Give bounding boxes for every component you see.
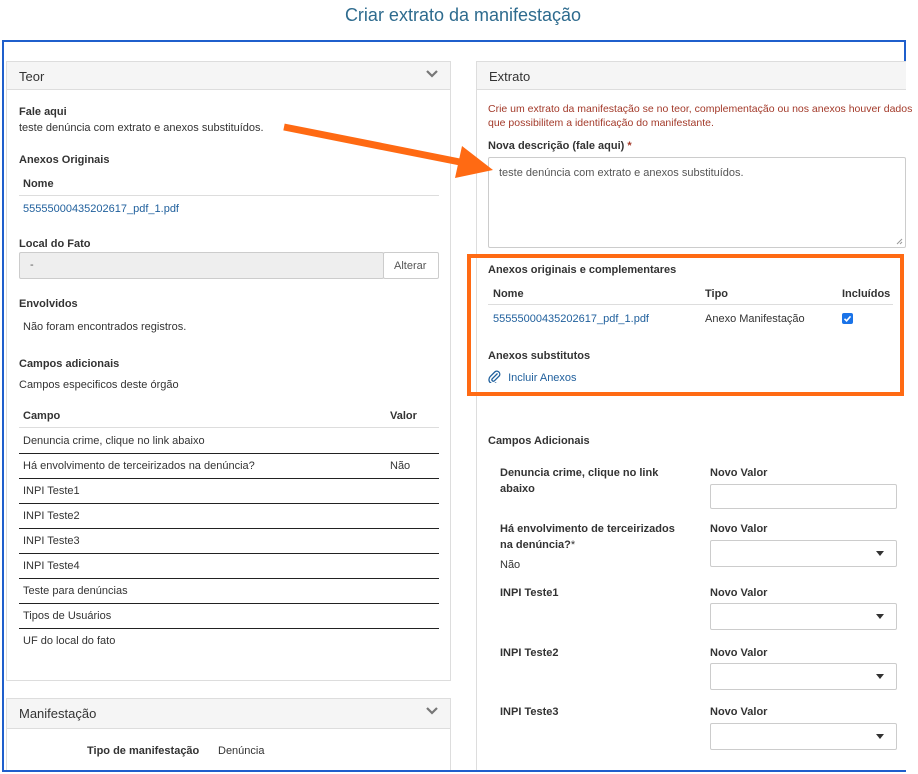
campo-label-line1: Denuncia crime, clique no link xyxy=(500,467,659,479)
campos-adicionais-desc: Campos especificos deste órgão xyxy=(19,379,179,391)
alterar-button[interactable]: Alterar xyxy=(383,252,439,279)
novo-valor-select[interactable] xyxy=(710,723,897,750)
table-row: Teste para denúncias xyxy=(23,585,128,597)
fale-aqui-label: Fale aqui xyxy=(19,106,67,118)
manifestacao-panel-title: Manifestação xyxy=(19,706,97,721)
extrato-warning-line2: que possibilitem a identificação do mani… xyxy=(488,117,714,129)
nova-descricao-textarea[interactable]: teste denúncia com extrato e anexos subs… xyxy=(488,157,906,248)
caret-down-icon xyxy=(876,614,884,619)
table-cell-valor: Não xyxy=(390,460,411,472)
campo-label-line1: INPI Teste3 xyxy=(500,706,559,718)
anexo-file-link[interactable]: 55555000435202617_pdf_1.pdf xyxy=(23,203,179,215)
resize-handle-icon[interactable] xyxy=(896,238,903,245)
alterar-button-label: Alterar xyxy=(394,260,427,272)
table-row: INPI Teste2 xyxy=(23,510,80,522)
manifestacao-panel: Manifestação Tipo de manifestação Denúnc… xyxy=(6,698,451,770)
required-mark: * xyxy=(570,539,576,551)
local-fato-value: - xyxy=(30,259,34,271)
campo-label-line2: na denúncia?* xyxy=(500,539,576,551)
manifestacao-panel-header[interactable]: Manifestação xyxy=(7,699,450,729)
extrato-panel-title: Extrato xyxy=(489,69,531,84)
table-row: Denuncia crime, clique no link abaixo xyxy=(23,435,205,447)
required-mark: * xyxy=(627,140,632,152)
extrato-campos-adicionais-label: Campos Adicionais xyxy=(488,435,590,447)
novo-valor-label: Novo Valor xyxy=(710,587,768,599)
novo-valor-select[interactable] xyxy=(710,540,897,567)
caret-down-icon xyxy=(876,674,884,679)
teor-panel-title: Teor xyxy=(19,69,45,84)
campo-label-line1: INPI Teste1 xyxy=(500,587,559,599)
nova-descricao-value: teste denúncia com extrato e anexos subs… xyxy=(499,167,744,179)
teor-panel-header[interactable]: Teor xyxy=(7,62,450,90)
local-fato-label: Local do Fato xyxy=(19,238,91,250)
extrato-panel: Extrato Crie um extrato da manifestação … xyxy=(476,61,912,770)
novo-valor-label: Novo Valor xyxy=(710,647,768,659)
envolvidos-empty: Não foram encontrados registros. xyxy=(23,321,187,333)
novo-valor-label: Novo Valor xyxy=(710,523,768,535)
anexos-table-header-nome: Nome xyxy=(23,178,54,190)
fale-aqui-value: teste denúncia com extrato e anexos subs… xyxy=(19,122,264,134)
teor-panel: Teor Fale aqui teste denúncia com extrat… xyxy=(6,61,451,681)
caret-down-icon xyxy=(876,551,884,556)
caret-down-icon xyxy=(876,734,884,739)
campo-current-value: Não xyxy=(500,559,521,571)
table-row: INPI Teste3 xyxy=(23,535,80,547)
extrato-panel-header: Extrato xyxy=(477,62,906,90)
anexos-highlight-box xyxy=(467,254,904,396)
table-row: INPI Teste4 xyxy=(23,560,80,572)
extrato-warning-line1: Crie um extrato da manifestação se no te… xyxy=(488,103,913,115)
novo-valor-label: Novo Valor xyxy=(710,706,768,718)
chevron-down-icon[interactable] xyxy=(426,69,438,79)
campo-label-line1: INPI Teste2 xyxy=(500,647,559,659)
campo-label-line1: Há envolvimento de terceirizados xyxy=(500,523,675,535)
campos-header-valor: Valor xyxy=(390,410,417,422)
campo-label-line2: abaixo xyxy=(500,483,535,495)
novo-valor-select[interactable] xyxy=(710,603,897,630)
table-row: INPI Teste1 xyxy=(23,485,80,497)
page-title: Criar extrato da manifestação xyxy=(344,5,582,25)
local-fato-field: - xyxy=(19,252,384,279)
tipo-manifestacao-label: Tipo de manifestação xyxy=(87,745,200,757)
campos-adicionais-label: Campos adicionais xyxy=(19,358,120,370)
envolvidos-label: Envolvidos xyxy=(19,298,78,310)
anexos-originais-label: Anexos Originais xyxy=(19,154,110,166)
novo-valor-input[interactable] xyxy=(710,484,897,509)
tipo-manifestacao-value: Denúncia xyxy=(218,745,265,757)
table-row: Tipos de Usuários xyxy=(23,610,112,622)
nova-descricao-label: Nova descrição (fale aqui) * xyxy=(488,140,632,152)
novo-valor-select[interactable] xyxy=(710,663,897,690)
table-row: Há envolvimento de terceirizados na denú… xyxy=(23,460,255,472)
chevron-down-icon[interactable] xyxy=(426,706,438,716)
table-row: UF do local do fato xyxy=(23,635,116,647)
campos-header-campo: Campo xyxy=(23,410,61,422)
novo-valor-label: Novo Valor xyxy=(710,467,768,479)
